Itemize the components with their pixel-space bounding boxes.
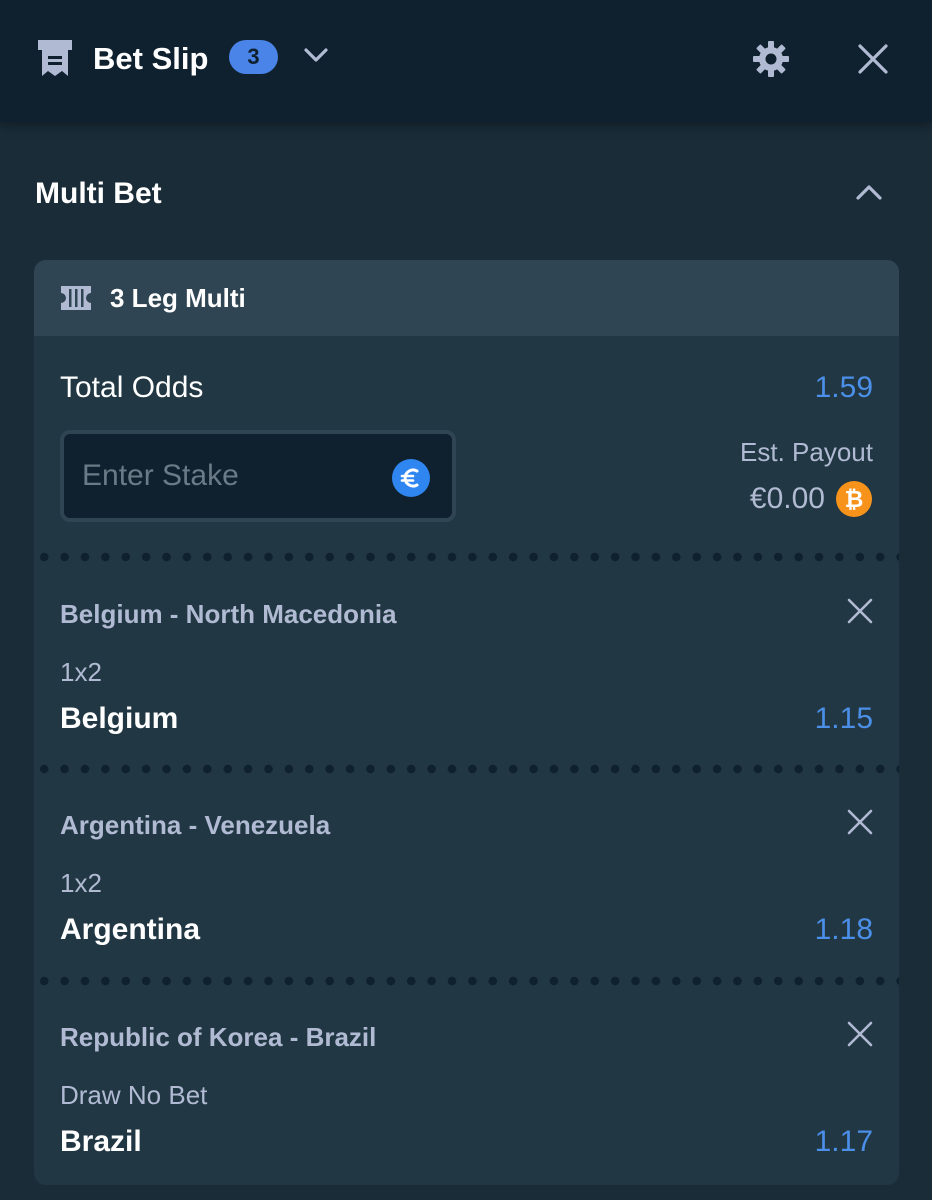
leg-selection: Belgium <box>60 702 179 735</box>
dotted-divider <box>34 764 899 774</box>
stake-input-box[interactable] <box>60 430 456 522</box>
chevron-up-icon[interactable] <box>852 176 886 210</box>
total-odds-label: Total Odds <box>60 371 204 404</box>
leg-odds: 1.18 <box>814 913 873 946</box>
close-icon[interactable] <box>856 42 890 76</box>
ticket-multi-icon <box>61 286 91 310</box>
stake-input[interactable] <box>82 456 382 496</box>
leg-odds: 1.17 <box>814 1125 873 1158</box>
leg-market: 1x2 <box>60 868 102 898</box>
leg-market: Draw No Bet <box>60 1080 208 1110</box>
section-title-multi-bet: Multi Bet <box>35 177 162 210</box>
leg-event-name: Belgium - North Macedonia <box>60 599 397 629</box>
est-payout-row: €0.00 ₿ <box>750 478 873 520</box>
bet-count-badge: 3 <box>229 40 278 74</box>
bet-leg: Belgium - North Macedonia 1x2 Belgium 1.… <box>34 566 899 766</box>
multi-leg-label: 3 Leg Multi <box>110 283 246 313</box>
leg-market: 1x2 <box>60 657 102 687</box>
svg-text:₿: ₿ <box>845 486 864 512</box>
multi-bet-card: 3 Leg Multi Total Odds 1.59 Est. Payout … <box>34 260 899 1185</box>
bet-slip-title: Bet Slip <box>93 41 209 76</box>
remove-leg-icon[interactable] <box>845 596 875 626</box>
leg-event-name: Argentina - Venezuela <box>60 810 331 840</box>
bitcoin-icon: ₿ <box>836 481 872 517</box>
leg-event-name: Republic of Korea - Brazil <box>60 1022 377 1052</box>
ticket-icon <box>38 40 72 76</box>
remove-leg-icon[interactable] <box>845 1019 875 1049</box>
remove-leg-icon[interactable] <box>845 807 875 837</box>
bet-slip-header: Bet Slip 3 <box>0 0 932 122</box>
euro-currency-icon[interactable] <box>391 458 431 498</box>
leg-selection: Brazil <box>60 1125 142 1158</box>
gear-icon[interactable] <box>752 40 790 78</box>
leg-selection: Argentina <box>60 913 201 946</box>
dotted-divider <box>34 976 899 986</box>
leg-odds: 1.15 <box>814 702 873 735</box>
bet-leg: Argentina - Venezuela 1x2 Argentina 1.18 <box>34 777 899 977</box>
multi-bet-card-header: 3 Leg Multi <box>34 260 899 336</box>
bet-leg: Republic of Korea - Brazil Draw No Bet B… <box>34 989 899 1185</box>
dotted-divider <box>34 552 899 562</box>
total-odds-value: 1.59 <box>814 371 873 404</box>
est-payout-label: Est. Payout <box>740 437 873 467</box>
est-payout-value: €0.00 <box>749 482 825 515</box>
chevron-down-icon[interactable] <box>301 40 331 70</box>
